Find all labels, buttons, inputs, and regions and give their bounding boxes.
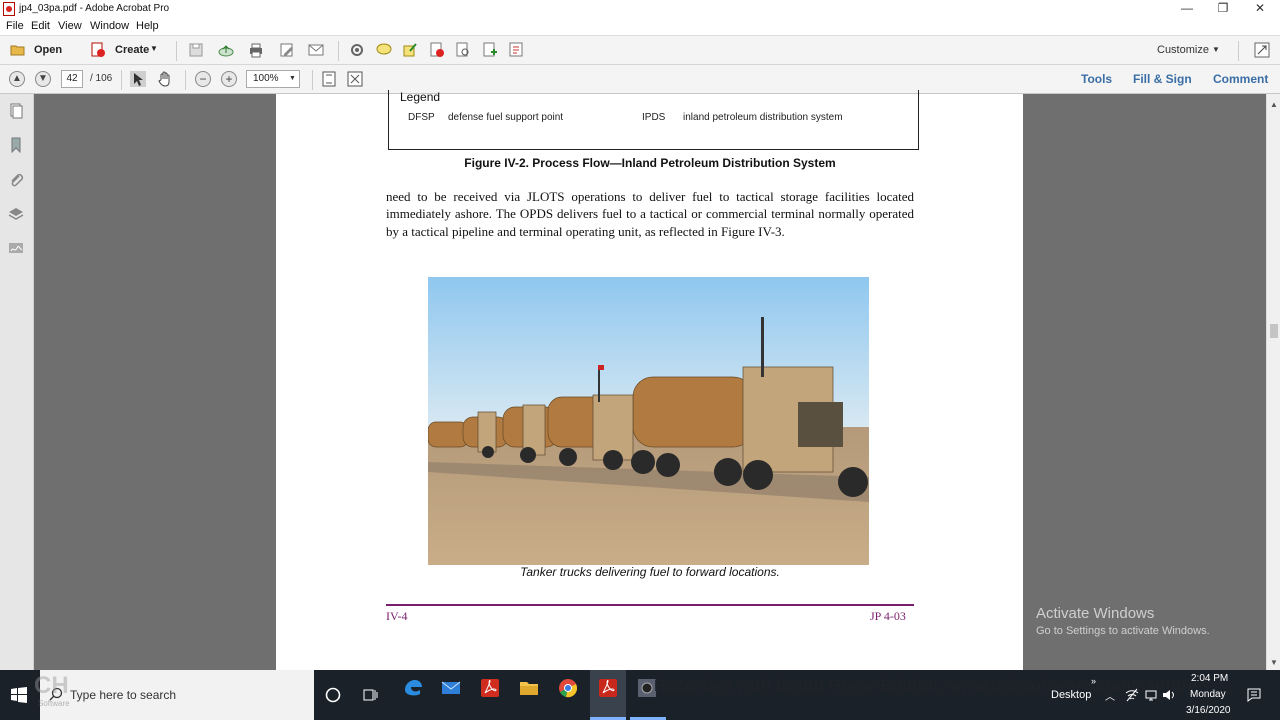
windows-start-icon[interactable] (11, 687, 27, 703)
file-explorer-icon[interactable] (518, 677, 540, 699)
print-icon[interactable] (248, 42, 264, 58)
legend-abbr: IPDS (642, 112, 666, 123)
chrome-browser-icon[interactable] (557, 677, 579, 699)
body-paragraph: need to be received via JLOTS operations… (386, 189, 914, 239)
clock-date[interactable]: 3/16/2020 (1186, 705, 1231, 716)
network-icon[interactable] (1144, 688, 1158, 702)
menu-bar: File Edit View Window Help (0, 18, 1280, 34)
chevron-down-icon: ▼ (1212, 45, 1220, 54)
window-title: jp4_03pa.pdf - Adobe Acrobat Pro (19, 3, 170, 14)
edge-browser-icon[interactable] (402, 677, 424, 699)
open-button[interactable]: Open (6, 36, 68, 64)
cloud-upload-icon[interactable] (218, 42, 234, 58)
cortana-icon[interactable] (324, 686, 342, 704)
email-icon[interactable] (308, 42, 324, 58)
edit-document-icon[interactable] (279, 42, 295, 58)
scroll-up-icon[interactable]: ▲ (1270, 100, 1278, 109)
page-thumbnails-icon[interactable] (8, 103, 24, 119)
volume-icon[interactable] (1162, 688, 1176, 702)
acrobat-pro-active-icon[interactable] (597, 677, 619, 699)
mail-icon[interactable] (440, 677, 462, 699)
scrollbar-thumb[interactable] (1270, 324, 1278, 338)
delete-page-icon[interactable] (429, 42, 445, 58)
zoom-out-icon[interactable]: − (195, 71, 211, 87)
insert-page-icon[interactable] (482, 42, 498, 58)
close-button[interactable]: ✕ (1242, 0, 1278, 18)
task-view-icon[interactable] (362, 686, 380, 704)
create-button[interactable]: Create ▼ (88, 36, 160, 64)
photo-caption: Tanker trucks delivering fuel to forward… (520, 565, 780, 579)
restore-button[interactable]: ❐ (1205, 0, 1241, 18)
folder-open-icon (10, 45, 25, 56)
next-page-icon[interactable]: ▼ (35, 71, 51, 87)
attachments-paperclip-icon[interactable] (8, 172, 24, 188)
layers-icon[interactable] (8, 206, 24, 222)
menu-file[interactable]: File (6, 20, 24, 32)
minimize-button[interactable]: — (1169, 0, 1205, 18)
create-pdf-icon (91, 42, 105, 57)
save-icon[interactable] (188, 42, 204, 58)
bookmarks-icon[interactable] (8, 137, 24, 153)
vertical-scrollbar[interactable]: ▲ ▼ (1266, 94, 1280, 670)
page-number-input[interactable]: 42 (61, 70, 83, 88)
chevron-down-icon[interactable]: ▼ (289, 75, 296, 82)
legend-desc: defense fuel support point (448, 112, 564, 123)
clock-day[interactable]: Monday (1190, 689, 1226, 700)
menu-view[interactable]: View (58, 20, 82, 32)
comment-bubble-icon[interactable] (376, 42, 392, 58)
show-hidden-icons-icon[interactable]: ︿ (1105, 688, 1115, 703)
footer-page-number: IV-4 (386, 609, 408, 623)
settings-gear-icon[interactable] (349, 42, 365, 58)
comment-pane-button[interactable]: Comment (1213, 72, 1268, 86)
clock-time[interactable]: 2:04 PM (1191, 673, 1228, 684)
desktop-toolbar-label[interactable]: Desktop (1051, 689, 1091, 701)
wifi-off-icon[interactable] (1125, 688, 1139, 702)
figure-caption: Figure IV-2. Process Flow—Inland Petrole… (464, 156, 836, 170)
menu-help[interactable]: Help (136, 20, 159, 32)
search-placeholder: Type here to search (70, 688, 177, 702)
scroll-down-icon[interactable]: ▼ (1270, 658, 1278, 667)
legend-box: Legend DFSP defense fuel support point I… (388, 90, 919, 150)
acrobat-taskbar-icon[interactable] (479, 677, 501, 699)
legend-title: Legend (400, 90, 441, 104)
activate-windows-title: Activate Windows (1036, 605, 1155, 622)
action-center-icon[interactable] (1246, 687, 1262, 703)
main-toolbar: Open Create ▼ Customize ▼ (0, 35, 1280, 65)
nch-logo-watermark: CH Software (34, 672, 70, 708)
extract-page-icon[interactable] (455, 42, 471, 58)
total-pages: / 106 (90, 73, 113, 84)
fill-sign-pane-button[interactable]: Fill & Sign (1133, 72, 1192, 86)
tanker-trucks-photo (428, 277, 869, 565)
chevron-down-icon: ▼ (150, 44, 158, 53)
create-label: Create (115, 44, 150, 56)
hand-tool-icon[interactable] (157, 71, 173, 87)
double-chevron-icon[interactable]: » (1091, 676, 1096, 686)
fit-page-icon[interactable] (321, 71, 337, 87)
activate-windows-subtitle: Go to Settings to activate Windows. (1036, 625, 1210, 637)
navigation-pane (0, 94, 34, 670)
signatures-icon[interactable] (8, 240, 24, 256)
acrobat-file-icon (3, 2, 15, 16)
customize-label: Customize (1157, 44, 1209, 56)
previous-page-icon[interactable]: ▲ (9, 71, 25, 87)
zoom-in-icon[interactable]: + (221, 71, 237, 87)
legend-desc: inland petroleum distribution system (683, 112, 843, 123)
footer-rule (386, 604, 914, 606)
select-cursor-icon[interactable] (130, 71, 146, 87)
footer-publication: JP 4-03 (870, 609, 906, 623)
legend-abbr: DFSP (408, 112, 435, 123)
customize-dropdown[interactable]: Customize ▼ (1150, 43, 1228, 59)
expand-icon[interactable] (1254, 42, 1270, 58)
menu-edit[interactable]: Edit (31, 20, 50, 32)
menu-window[interactable]: Window (90, 20, 129, 32)
recorder-watermark: Recorded with Debut Home Edition. www.nc… (654, 676, 1198, 695)
open-label: Open (34, 44, 63, 56)
form-icon[interactable] (508, 42, 524, 58)
taskbar-search-box[interactable]: Type here to search (40, 670, 314, 720)
highlight-icon[interactable] (402, 42, 418, 58)
title-bar: jp4_03pa.pdf - Adobe Acrobat Pro — ❐ ✕ (0, 0, 1280, 18)
tools-pane-button[interactable]: Tools (1081, 72, 1112, 86)
full-screen-icon[interactable] (347, 71, 363, 87)
